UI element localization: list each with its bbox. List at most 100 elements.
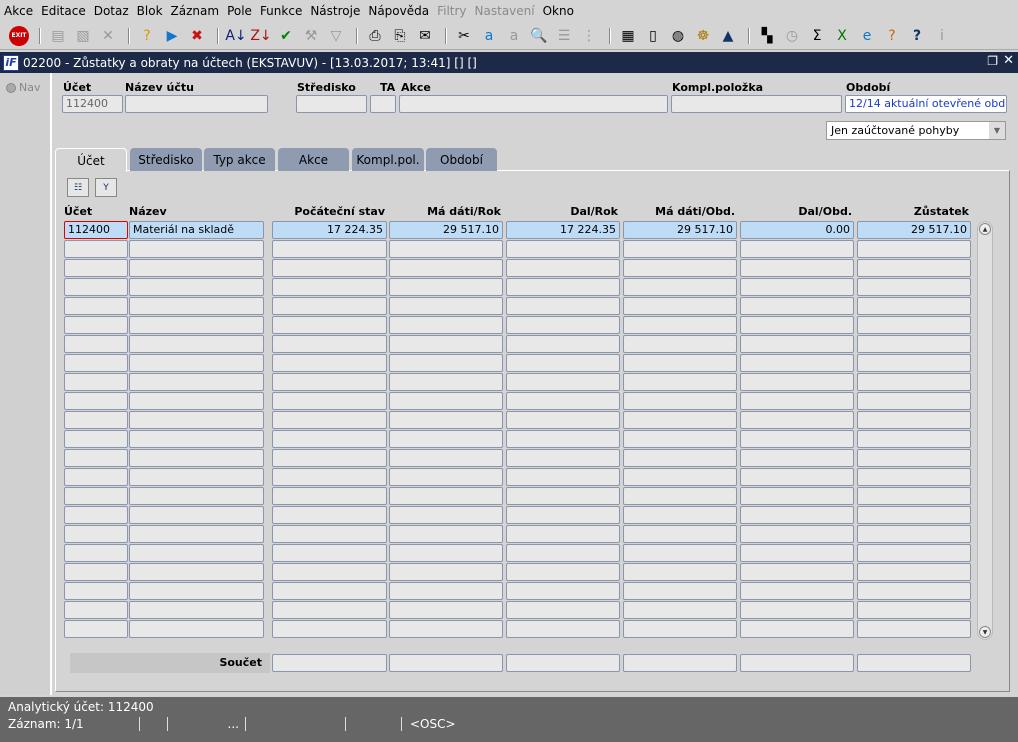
table-cell[interactable]	[506, 544, 620, 562]
table-cell[interactable]	[64, 297, 128, 315]
table-cell[interactable]	[623, 620, 737, 638]
print-icon[interactable]: ⎙	[364, 25, 386, 47]
table-cell[interactable]	[506, 620, 620, 638]
table-cell[interactable]	[740, 468, 854, 486]
menu-10[interactable]: Nastavení	[475, 4, 535, 18]
table-cell[interactable]	[272, 392, 387, 410]
table-cell[interactable]	[740, 240, 854, 258]
table-cell[interactable]	[272, 430, 387, 448]
paste-icon[interactable]: a	[503, 25, 525, 47]
table-cell[interactable]	[389, 354, 503, 372]
cut-icon[interactable]: ✂	[453, 25, 475, 47]
table-cell[interactable]	[389, 449, 503, 467]
tab-stredisko[interactable]: Středisko	[130, 148, 202, 171]
table-cell[interactable]	[129, 544, 264, 562]
globe-icon[interactable]: ◍	[667, 25, 689, 47]
table-cell[interactable]	[506, 411, 620, 429]
column-settings-button[interactable]: ☷	[67, 178, 89, 197]
table-cell[interactable]	[623, 506, 737, 524]
table-cell[interactable]	[506, 449, 620, 467]
tab-typ-akce[interactable]: Typ akce	[204, 148, 275, 171]
help-icon[interactable]: ?	[906, 25, 928, 47]
table-cell[interactable]	[64, 620, 128, 638]
table-cell[interactable]	[857, 449, 971, 467]
table-cell[interactable]	[129, 335, 264, 353]
table-cell[interactable]	[129, 601, 264, 619]
table-cell[interactable]	[857, 259, 971, 277]
table-cell[interactable]	[64, 487, 128, 505]
table-cell[interactable]	[389, 316, 503, 334]
filter-settings-button[interactable]: Y	[95, 178, 117, 197]
menu-8[interactable]: Nápověda	[368, 4, 429, 18]
table-cell[interactable]	[506, 316, 620, 334]
menu-5[interactable]: Pole	[227, 4, 252, 18]
table-cell[interactable]	[129, 297, 264, 315]
table-cell[interactable]	[740, 563, 854, 581]
table-cell[interactable]	[272, 468, 387, 486]
insert-record-icon[interactable]: ▤	[47, 25, 69, 47]
enter-query-icon[interactable]: ?	[136, 25, 158, 47]
tree-icon[interactable]: ⋮	[578, 25, 600, 47]
table-cell[interactable]	[389, 487, 503, 505]
table-cell[interactable]	[623, 411, 737, 429]
table-cell[interactable]	[64, 411, 128, 429]
table-cell[interactable]	[857, 335, 971, 353]
table-cell[interactable]	[740, 354, 854, 372]
table-cell[interactable]	[740, 449, 854, 467]
table-cell[interactable]	[129, 449, 264, 467]
cancel-query-icon[interactable]: ✖	[186, 25, 208, 47]
movement-filter-select[interactable]: Jen zaúčtované pohyby ▼	[826, 121, 1006, 140]
scroll-down-icon[interactable]: ▼	[979, 626, 991, 638]
table-cell[interactable]	[129, 620, 264, 638]
table-cell[interactable]: 112400	[64, 221, 128, 239]
table-cell[interactable]	[389, 468, 503, 486]
table-cell[interactable]: Materiál na skladě	[129, 221, 264, 239]
table-cell[interactable]	[740, 487, 854, 505]
exit-button[interactable]: EXIT	[8, 25, 30, 47]
menu-3[interactable]: Blok	[137, 4, 163, 18]
table-cell[interactable]	[740, 278, 854, 296]
table-cell[interactable]	[740, 430, 854, 448]
table-cell[interactable]	[857, 373, 971, 391]
table-cell[interactable]	[272, 373, 387, 391]
chart-icon[interactable]: ▚	[756, 25, 778, 47]
table-cell[interactable]	[857, 316, 971, 334]
table-cell[interactable]	[64, 392, 128, 410]
menu-11[interactable]: Okno	[543, 4, 574, 18]
table-cell[interactable]	[64, 563, 128, 581]
table-cell[interactable]	[64, 601, 128, 619]
table-cell[interactable]	[389, 525, 503, 543]
table-cell[interactable]	[389, 278, 503, 296]
table-cell[interactable]	[740, 620, 854, 638]
helm-icon[interactable]: ☸	[692, 25, 714, 47]
table-cell[interactable]	[389, 259, 503, 277]
print-setup-icon[interactable]: ⎘	[389, 25, 411, 47]
table-cell[interactable]	[64, 316, 128, 334]
table-cell[interactable]	[272, 487, 387, 505]
table-cell[interactable]	[389, 240, 503, 258]
table-cell[interactable]	[857, 487, 971, 505]
menu-6[interactable]: Funkce	[260, 4, 302, 18]
table-cell[interactable]	[740, 544, 854, 562]
table-cell[interactable]	[623, 335, 737, 353]
table-cell[interactable]	[129, 278, 264, 296]
table-cell[interactable]	[272, 316, 387, 334]
table-cell[interactable]	[506, 278, 620, 296]
menu-7[interactable]: Nástroje	[310, 4, 360, 18]
table-cell[interactable]	[389, 506, 503, 524]
sort-ascending-icon[interactable]: A↓	[225, 25, 247, 47]
table-cell[interactable]	[64, 525, 128, 543]
table-cell[interactable]	[272, 525, 387, 543]
table-cell[interactable]	[623, 240, 737, 258]
table-cell[interactable]	[64, 582, 128, 600]
info-icon[interactable]: i	[931, 25, 953, 47]
filter-icon[interactable]: ▽	[325, 25, 347, 47]
table-cell[interactable]	[272, 297, 387, 315]
table-cell[interactable]	[740, 525, 854, 543]
sort-descending-icon[interactable]: Z↓	[250, 25, 272, 47]
close-icon[interactable]: ✕	[1003, 53, 1014, 68]
table-cell[interactable]	[740, 316, 854, 334]
table-cell[interactable]	[623, 468, 737, 486]
table-cell[interactable]	[272, 354, 387, 372]
restore-icon[interactable]: ❐	[987, 54, 998, 68]
